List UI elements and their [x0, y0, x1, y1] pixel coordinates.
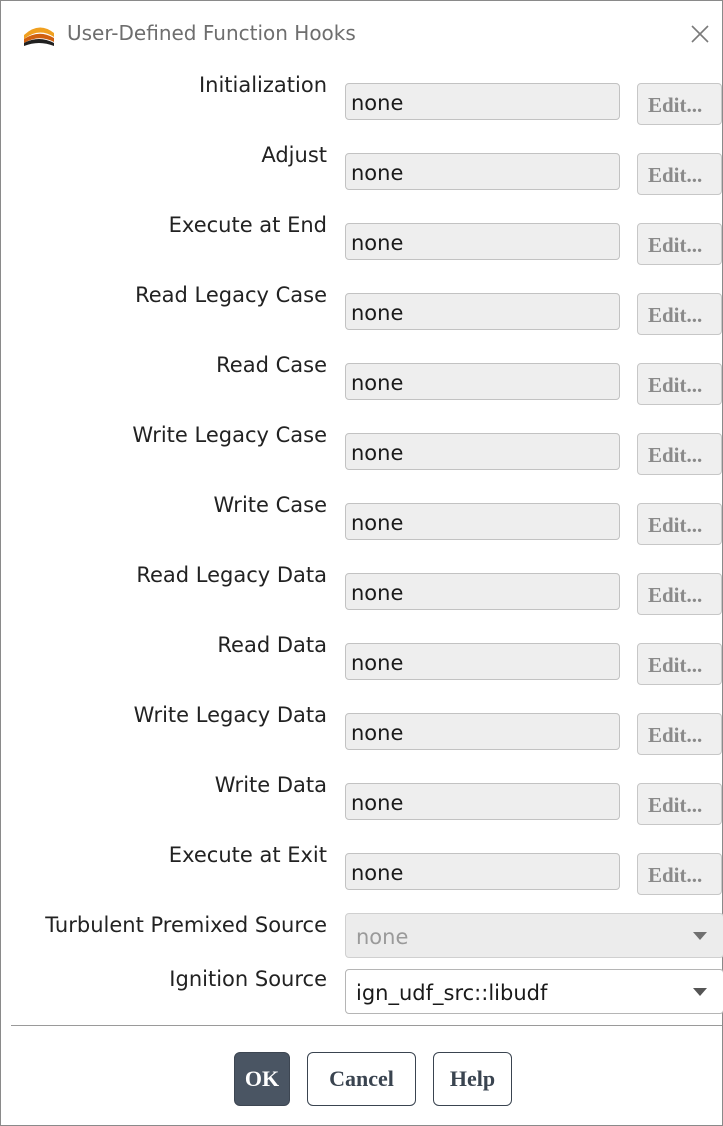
edit-button: Edit...: [637, 503, 722, 545]
chevron-down-icon: [693, 932, 707, 940]
hook-row-adjust: Adjust none Edit...: [1, 143, 722, 213]
ignition-source-label: Ignition Source: [169, 967, 327, 991]
hook-label: Execute at Exit: [168, 843, 327, 867]
hook-value-field: none: [345, 713, 620, 750]
hook-value-field: none: [345, 503, 620, 540]
hook-value-field: none: [345, 433, 620, 470]
edit-button: Edit...: [637, 713, 722, 755]
hook-label: Execute at End: [168, 213, 327, 237]
hook-value-field: none: [345, 853, 620, 890]
hook-row-initialization: Initialization none Edit...: [1, 73, 722, 143]
window-title: User-Defined Function Hooks: [67, 21, 356, 45]
hook-row-write-legacy-data: Write Legacy Data none Edit...: [1, 703, 722, 773]
hook-label: Initialization: [198, 73, 327, 97]
hook-value-field: none: [345, 363, 620, 400]
hook-label: Write Legacy Case: [132, 423, 327, 447]
hook-label: Adjust: [261, 143, 327, 167]
ignition-source-dropdown[interactable]: ign_udf_src::libudf: [345, 969, 723, 1014]
hook-row-read-legacy-case: Read Legacy Case none Edit...: [1, 283, 722, 353]
hook-row-write-data: Write Data none Edit...: [1, 773, 722, 843]
turbulent-premixed-source-value: none: [356, 925, 409, 949]
udf-hooks-dialog: User-Defined Function Hooks Initializati…: [0, 0, 723, 1126]
title-bar[interactable]: User-Defined Function Hooks: [1, 1, 722, 67]
hook-row-execute-at-end: Execute at End none Edit...: [1, 213, 722, 283]
edit-button: Edit...: [637, 573, 722, 615]
hook-row-write-legacy-case: Write Legacy Case none Edit...: [1, 423, 722, 493]
edit-button: Edit...: [637, 643, 722, 685]
hook-row-read-legacy-data: Read Legacy Data none Edit...: [1, 563, 722, 633]
edit-button: Edit...: [637, 223, 722, 265]
ok-button[interactable]: OK: [234, 1052, 290, 1106]
hook-label: Write Case: [213, 493, 327, 517]
hook-row-execute-at-exit: Execute at Exit none Edit...: [1, 843, 722, 913]
hook-label: Read Data: [217, 633, 327, 657]
help-button[interactable]: Help: [433, 1052, 512, 1106]
hook-value-field: none: [345, 83, 620, 120]
edit-button: Edit...: [637, 83, 722, 125]
ignition-source-value: ign_udf_src::libudf: [356, 981, 548, 1005]
edit-button: Edit...: [637, 363, 722, 405]
edit-button: Edit...: [637, 783, 722, 825]
turbulent-premixed-source-label: Turbulent Premixed Source: [45, 913, 327, 937]
hook-value-field: none: [345, 643, 620, 680]
hook-value-field: none: [345, 153, 620, 190]
hook-value-field: none: [345, 573, 620, 610]
hook-value-field: none: [345, 223, 620, 260]
hook-value-field: none: [345, 293, 620, 330]
edit-button: Edit...: [637, 433, 722, 475]
edit-button: Edit...: [637, 853, 722, 895]
hook-row-write-case: Write Case none Edit...: [1, 493, 722, 563]
hook-row-read-case: Read Case none Edit...: [1, 353, 722, 423]
ignition-source-row: Ignition Source ign_udf_src::libudf: [1, 967, 723, 1037]
hook-label: Read Legacy Case: [135, 283, 327, 307]
hook-label: Write Data: [214, 773, 327, 797]
hook-label: Write Legacy Data: [133, 703, 327, 727]
fluent-logo-icon: [24, 27, 54, 46]
chevron-down-icon[interactable]: [693, 988, 707, 996]
divider: [11, 1025, 722, 1026]
hook-label: Read Case: [216, 353, 327, 377]
cancel-button[interactable]: Cancel: [307, 1052, 416, 1106]
hook-label: Read Legacy Data: [136, 563, 327, 587]
edit-button: Edit...: [637, 153, 722, 195]
hook-value-field: none: [345, 783, 620, 820]
close-icon[interactable]: [685, 19, 715, 49]
turbulent-premixed-source-dropdown: none: [345, 913, 723, 958]
edit-button: Edit...: [637, 293, 722, 335]
hook-row-read-data: Read Data none Edit...: [1, 633, 722, 703]
